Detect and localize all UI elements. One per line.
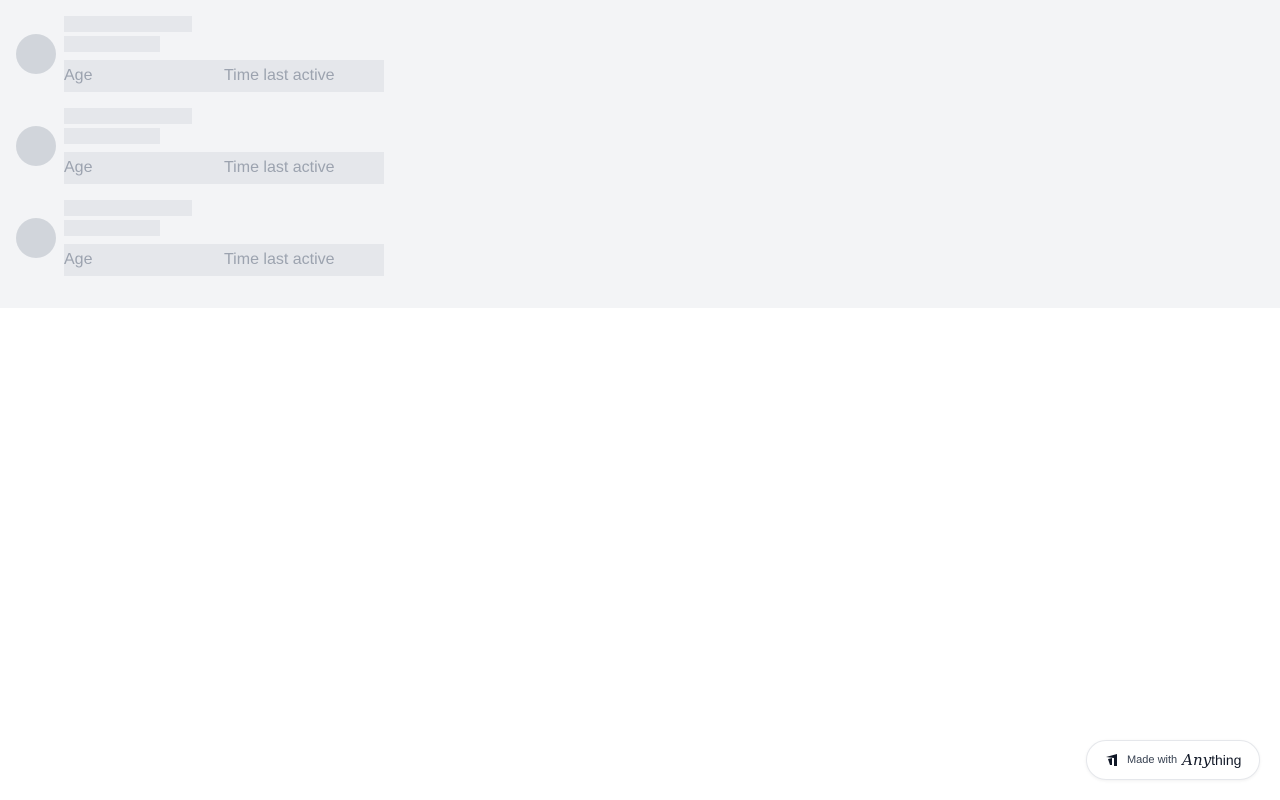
meta-row: Age Time last active (64, 152, 384, 184)
avatar-placeholder (16, 126, 56, 166)
time-last-active-label: Time last active (224, 67, 335, 84)
age-label: Age (64, 251, 93, 268)
subtitle-placeholder (64, 220, 160, 236)
name-placeholder (64, 200, 192, 216)
list-item: Age Time last active (0, 200, 400, 276)
age-label: Age (64, 67, 93, 84)
brand-name-stylized: Any (1182, 751, 1212, 769)
time-last-active-label: Time last active (224, 159, 335, 176)
brand-name-rest: thing (1211, 752, 1242, 768)
age-label: Age (64, 159, 93, 176)
list-item: Age Time last active (0, 108, 400, 184)
time-last-active-label: Time last active (224, 251, 335, 268)
profile-list-skeleton: Age Time last active Age Time last activ… (0, 0, 1280, 308)
meta-row: Age Time last active (64, 60, 384, 92)
name-placeholder (64, 16, 192, 32)
name-placeholder (64, 108, 192, 124)
avatar-placeholder (16, 218, 56, 258)
anything-logo-icon (1105, 753, 1119, 767)
subtitle-placeholder (64, 36, 160, 52)
list-item: Age Time last active (0, 16, 400, 92)
meta-row: Age Time last active (64, 244, 384, 276)
avatar-placeholder (16, 34, 56, 74)
made-with-label: Made with (1127, 754, 1178, 766)
subtitle-placeholder (64, 128, 160, 144)
made-with-anything-badge[interactable]: Made with Any thing (1086, 740, 1260, 780)
